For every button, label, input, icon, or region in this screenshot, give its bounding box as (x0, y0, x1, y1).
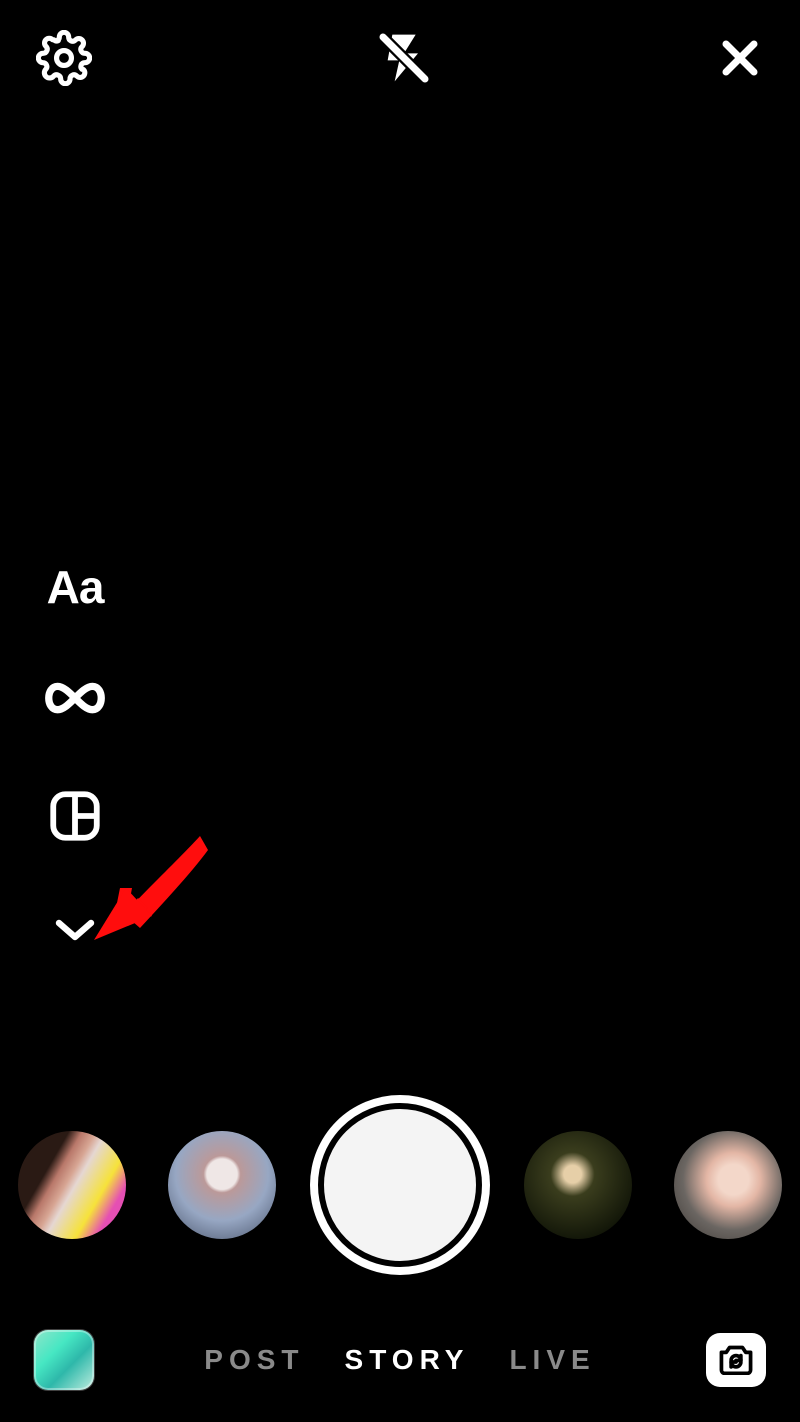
camera-screen: Aa (0, 0, 800, 1422)
camera-switch-icon (716, 1341, 756, 1380)
filter-thumb-1[interactable] (18, 1131, 126, 1239)
filter-thumb-2[interactable] (168, 1131, 276, 1239)
settings-gear-icon (36, 30, 92, 91)
tab-live[interactable]: LIVE (509, 1344, 595, 1376)
mode-tabs: POST STORY LIVE (204, 1344, 595, 1376)
layout-grid-icon (46, 787, 104, 850)
close-icon (716, 34, 764, 87)
bottom-bar: POST STORY LIVE (0, 1320, 800, 1400)
tab-post[interactable]: POST (204, 1344, 304, 1376)
settings-button[interactable] (36, 30, 92, 91)
tab-story[interactable]: STORY (345, 1344, 470, 1376)
text-tool-icon: Aa (47, 560, 104, 614)
text-tool-button[interactable]: Aa (40, 560, 110, 614)
infinity-icon (40, 678, 110, 723)
filter-thumb-4[interactable] (674, 1131, 782, 1239)
shutter-button[interactable] (318, 1103, 482, 1267)
flash-toggle-button[interactable] (376, 30, 432, 91)
boomerang-tool-button[interactable] (40, 678, 110, 723)
flash-off-icon (376, 30, 432, 91)
expand-tools-button[interactable] (40, 914, 110, 949)
filter-thumb-3[interactable] (524, 1131, 632, 1239)
chevron-down-icon (51, 914, 99, 949)
top-bar (0, 0, 800, 120)
switch-camera-button[interactable] (706, 1333, 766, 1387)
filter-carousel[interactable] (0, 1095, 800, 1275)
layout-tool-button[interactable] (40, 787, 110, 850)
gallery-button[interactable] (34, 1330, 94, 1390)
close-button[interactable] (716, 34, 764, 87)
tool-rail: Aa (40, 560, 110, 949)
